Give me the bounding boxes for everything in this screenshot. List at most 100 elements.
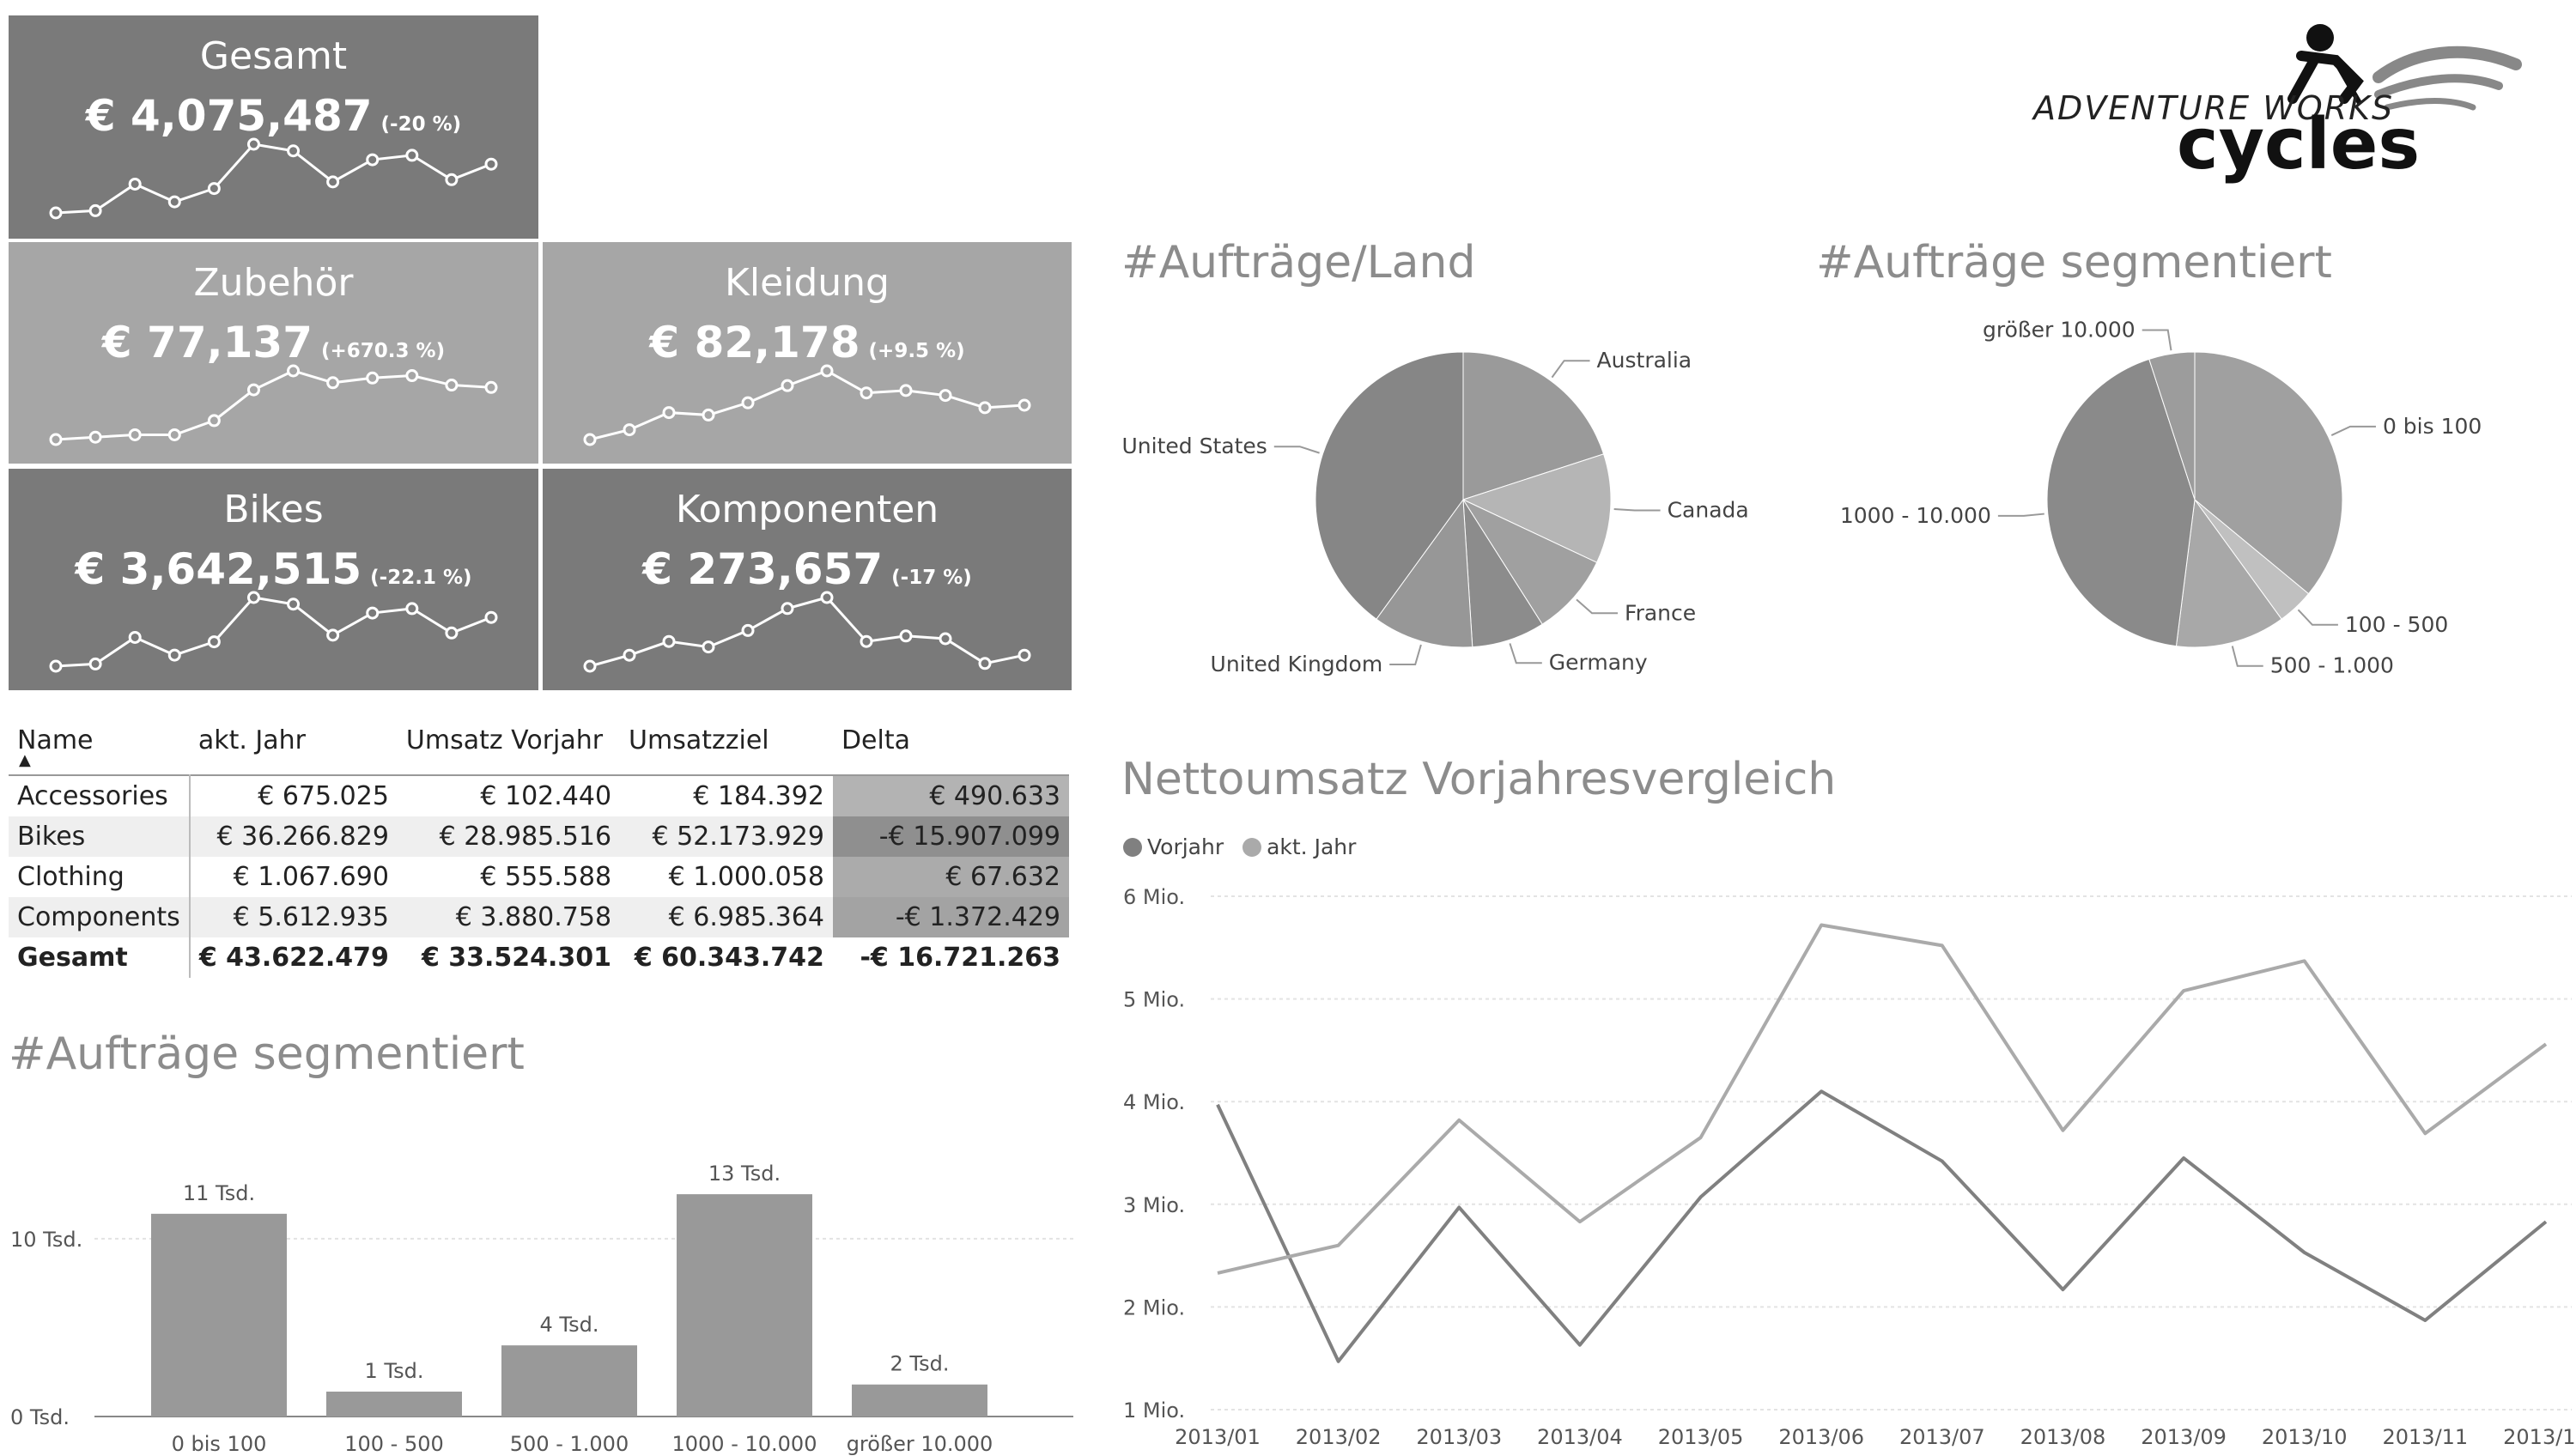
sparkline-line [55,596,492,668]
sparkline-point [445,173,459,186]
kpi-card-gesamt[interactable]: Gesamt € 4,075,487 (-20 %) [9,15,538,239]
pie-leader-line [2297,609,2338,626]
pie-leader-line [1551,360,1590,379]
pie-leader-line [1389,644,1422,666]
sparkline-point [405,369,419,383]
pie-label: 0 bis 100 [2383,414,2482,439]
bar-data-label: 11 Tsd. [183,1181,255,1205]
y-tick-label: 2 Mio. [1123,1295,1185,1320]
pie-leader-line [1273,446,1320,454]
bar-chart-segment[interactable]: 0 Tsd. 10 Tsd. 11 Tsd. 0 bis 100 1 Tsd. 100 -… [0,1099,1082,1456]
x-tick-label: 2013/01 [1175,1425,1261,1449]
sparkline-point [484,610,498,624]
sparkline-point [326,628,340,642]
table-row[interactable]: Bikes € 36.266.829 € 28.985.516 € 52.173… [9,816,1069,857]
sparkline-point [1018,648,1031,662]
sparkline-point [702,640,715,654]
bar [151,1213,287,1417]
sort-ascending-icon[interactable]: ▲ [19,751,31,769]
kpi-card-kleidung[interactable]: Kleidung € 82,178 (+9.5 %) [543,242,1072,464]
series-line-vorjahr [1216,1089,2548,1363]
table-row[interactable]: Accessories € 675.025 € 102.440 € 184.39… [9,775,1069,816]
sparkline-point [167,195,181,209]
cell-delta: -€ 16.721.263 [860,943,1060,973]
cell-name: Components [9,897,191,937]
sparkline-point [287,364,301,378]
cell-vorjahr: € 33.524.301 [421,943,612,973]
legend-item-akt[interactable]: akt. Jahr [1242,834,1356,859]
table-row[interactable]: Clothing € 1.067.690 € 555.588 € 1.000.0… [9,857,1069,897]
x-tick-label: 2013/09 [2141,1425,2227,1449]
pie-leader-line [2231,646,2263,667]
sparkline-point [49,433,63,446]
sparkline-point [128,630,142,644]
col-header-umsatz-vorjahr[interactable]: Umsatz Vorjahr [398,706,620,775]
sparkline-point [702,408,715,422]
sparkline [49,591,498,673]
y-tick-label: 10 Tsd. [10,1228,82,1252]
y-tick-label: 6 Mio. [1123,885,1185,909]
cell-ziel: € 184.392 [693,781,824,811]
kpi-card-zubehoer[interactable]: Zubehör € 77,137 (+670.3 %) [9,242,538,464]
sparkline-point [167,428,181,441]
sparkline-line [55,369,492,441]
sparkline-point [445,379,459,392]
sparkline-point [326,376,340,390]
cell-name: Accessories [9,775,191,816]
cell-vorjahr: € 28.985.516 [397,816,621,857]
x-tick-label: 0 bis 100 [172,1432,267,1456]
pie-chart-segment[interactable]: 0 bis 100 100 - 500 500 - 1.000 1000 - 10.0… [1816,309,2546,687]
cell-ziel: € 60.343.742 [634,943,824,973]
sparkline-point [978,657,992,670]
pie-leader-line [2330,425,2376,436]
pie-leader-line [1613,508,1661,512]
pie-label: Canada [1668,498,1749,523]
cell-vorjahr: € 3.880.758 [397,897,621,937]
table-row[interactable]: Components € 5.612.935 € 3.880.758 € 6.9… [9,897,1069,937]
legend-item-vorjahr[interactable]: Vorjahr [1123,834,1224,859]
kpi-card-bikes[interactable]: Bikes € 3,642,515 (-22.1 %) [9,469,538,690]
y-tick-label: 4 Mio. [1123,1090,1185,1114]
pie-label: 500 - 1.000 [2270,653,2394,678]
sparkline-point [899,629,913,643]
sparkline-line [55,143,492,215]
cell-akt: € 1.067.690 [233,862,389,892]
bar [501,1345,637,1417]
sparkline-point [246,591,260,604]
bar-data-label: 13 Tsd. [708,1162,781,1186]
y-tick-label: 1 Mio. [1123,1398,1185,1423]
col-header-delta[interactable]: Delta [833,706,1069,775]
sparkline-point [88,203,102,217]
kpi-card-komponenten[interactable]: Komponenten € 273,657 (-17 %) [543,469,1072,690]
bar [852,1384,987,1417]
company-logo: ADVENTURE WORKS cycles [2018,17,2524,189]
bar-data-label: 1 Tsd. [365,1359,424,1383]
series-line-akt-jahr [1217,923,2548,1275]
col-header-umsatzziel[interactable]: Umsatzziel [620,706,833,775]
x-tick-label: 2013/02 [1296,1425,1382,1449]
x-tick-label: 2013/07 [1899,1425,1985,1449]
x-tick-label: 2013/04 [1537,1425,1623,1449]
sparkline-point [741,396,755,410]
bar [677,1194,812,1417]
title-bar-seg: #Aufträge segmentiert [9,1028,525,1080]
sparkline-point [88,657,102,670]
x-tick-label: größer 10.000 [847,1432,993,1456]
line-chart-umsatz[interactable]: 1 Mio. 2 Mio. 3 Mio. 4 Mio. 5 Mio. 6 Mio. 2013… [1116,867,2576,1456]
x-tick-label: 1000 - 10.000 [672,1432,817,1456]
pie-label: 1000 - 10.000 [1840,503,1991,528]
pie-chart-land[interactable]: Australia Canada France Germany United Kingd… [1121,309,1757,687]
sparkline-point [128,428,142,441]
pie-label: United States [1121,434,1267,458]
title-line: Nettoumsatz Vorjahresvergleich [1121,754,1837,805]
pie-label: Germany [1549,650,1648,675]
sparkline-point [781,602,794,616]
sparkline-point [939,389,952,403]
cell-name: Clothing [9,857,191,897]
x-tick-label: 2013/10 [2262,1425,2348,1449]
col-header-akt-jahr[interactable]: akt. Jahr [190,706,398,775]
sparkline [583,364,1031,446]
col-header-name[interactable]: Name ▲ [9,706,190,775]
logo-line2: cycles [2177,104,2421,185]
x-tick-label: 2013/05 [1658,1425,1744,1449]
